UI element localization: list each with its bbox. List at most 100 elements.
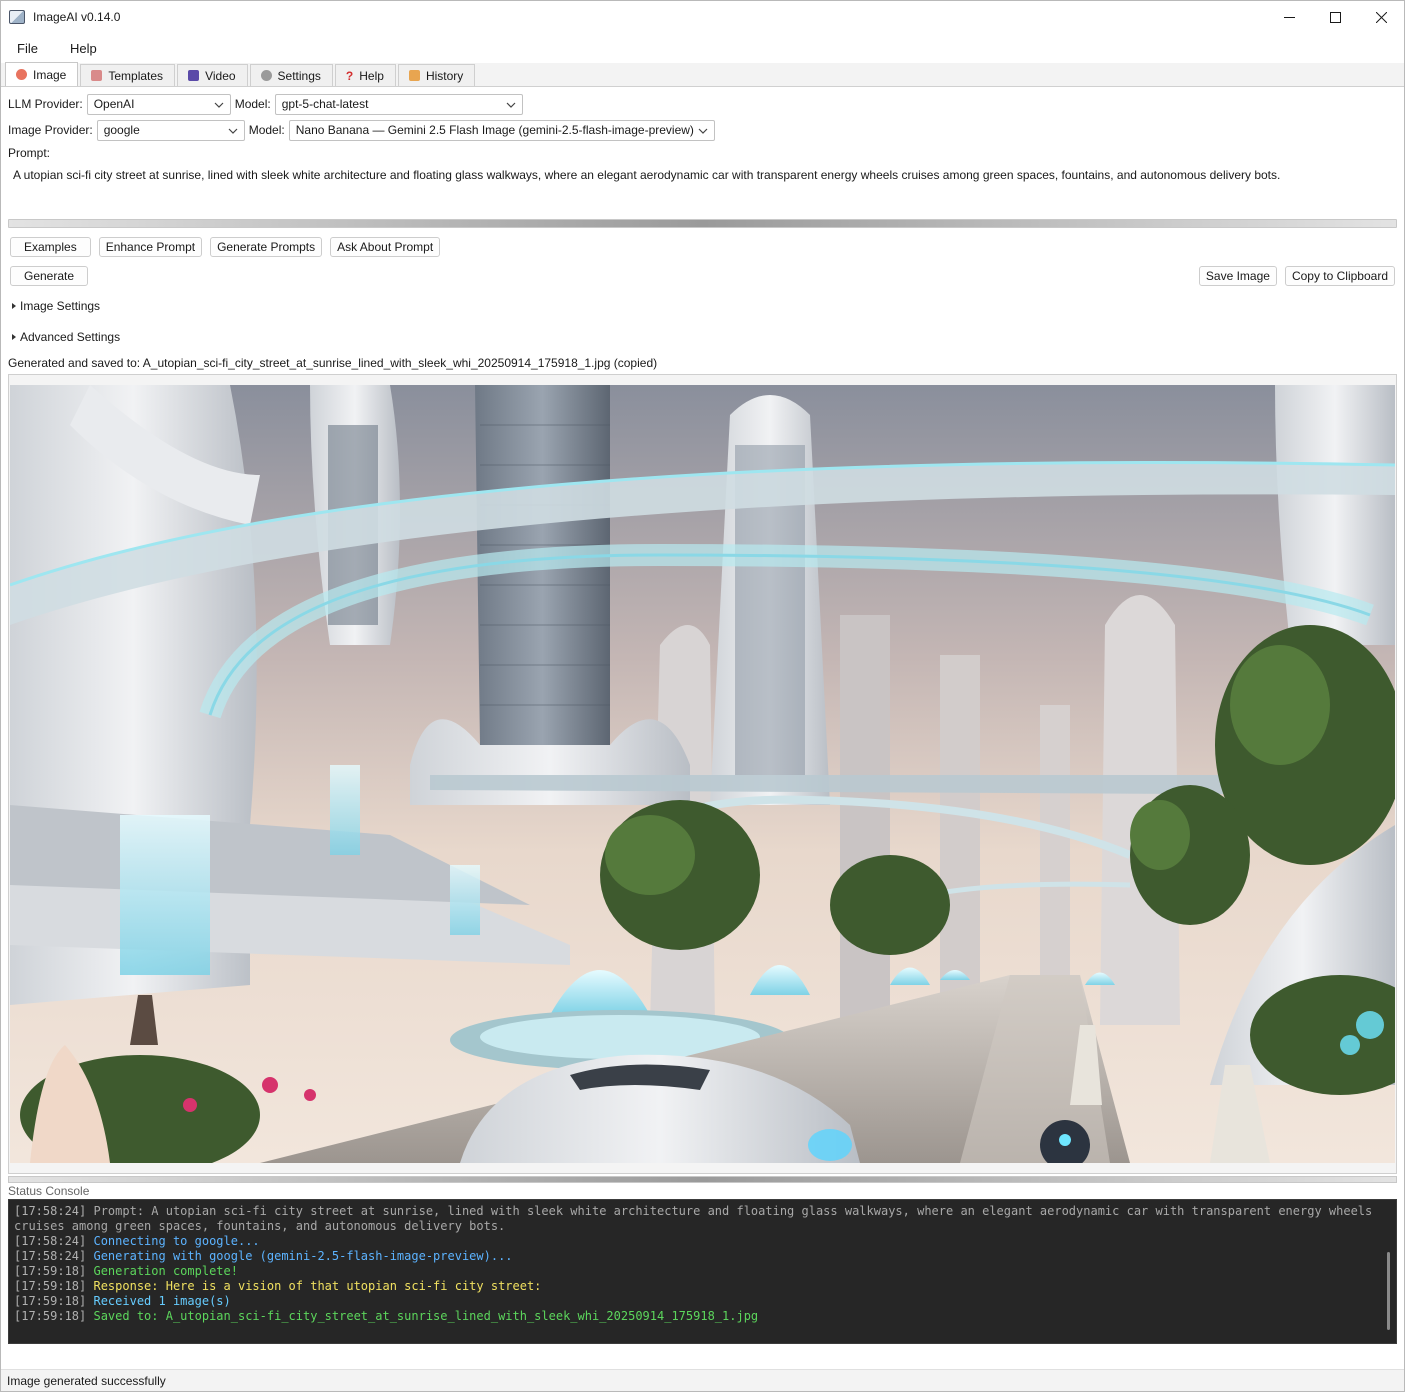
maximize-button[interactable] [1312, 1, 1358, 33]
scroll-icon [408, 70, 420, 81]
chevron-down-icon [506, 102, 516, 108]
console-message: Generation complete! [93, 1264, 238, 1278]
close-button[interactable] [1358, 1, 1404, 33]
console-message: Received 1 image(s) [93, 1294, 231, 1308]
menu-file[interactable]: File [7, 37, 48, 60]
app-icon [9, 10, 25, 24]
generate-button[interactable]: Generate [10, 265, 89, 286]
tab-label: Image [33, 67, 67, 82]
image-provider-label: Image Provider: [8, 123, 93, 137]
generated-image[interactable] [10, 385, 1395, 1163]
image-settings-label: Image Settings [20, 298, 101, 313]
video-icon [188, 70, 200, 81]
image-settings-toggle[interactable]: Image Settings [8, 290, 1397, 321]
console-line: [17:58:24] Connecting to google... [14, 1234, 1391, 1249]
examples-button[interactable]: Examples [10, 236, 91, 257]
templates-icon [91, 70, 103, 81]
console-line: [17:59:18] Saved to: A_utopian_sci-fi_ci… [14, 1309, 1391, 1324]
tab-settings[interactable]: Settings [249, 64, 333, 86]
generate-actions-row: Generate Save Image Copy to Clipboard [8, 261, 1397, 290]
console-timestamp: [17:59:18] [14, 1264, 87, 1278]
llm-model-label: Model: [234, 97, 271, 111]
llm-model-select[interactable]: gpt-5-chat-latest [274, 93, 523, 115]
image-model-value: Nano Banana — Gemini 2.5 Flash Image (ge… [295, 123, 694, 137]
chevron-down-icon [698, 128, 708, 134]
console-line: [17:58:24] Generating with google (gemin… [14, 1249, 1391, 1264]
console-line: [17:59:18] Generation complete! [14, 1264, 1391, 1279]
llm-row: LLM Provider: OpenAI Model: gpt-5-chat-l… [8, 91, 1397, 117]
minimize-icon [1283, 16, 1295, 18]
tab-image[interactable]: Image [5, 62, 79, 86]
chevron-down-icon [214, 102, 224, 108]
gear-icon [260, 70, 272, 81]
ask-about-prompt-button[interactable]: Ask About Prompt [330, 236, 441, 257]
window-title: ImageAI v0.14.0 [33, 10, 121, 24]
tab-label: Help [359, 68, 384, 83]
prompt-splitter-handle[interactable] [8, 219, 1397, 228]
save-image-button[interactable]: Save Image [1198, 265, 1277, 286]
expand-arrow-icon [12, 333, 16, 340]
status-bar: Image generated successfully [1, 1369, 1404, 1391]
close-icon [1375, 11, 1387, 23]
image-preview-panel [8, 374, 1397, 1174]
console-timestamp: [17:58:24] [14, 1234, 87, 1248]
question-icon: ? [345, 68, 354, 83]
app-window: ImageAI v0.14.0 File Help Image Template… [0, 0, 1405, 1392]
minimize-button[interactable] [1266, 1, 1312, 33]
image-provider-value: google [103, 123, 140, 137]
console-line: [17:59:18] Response: Here is a vision of… [14, 1279, 1391, 1294]
image-model-label: Model: [248, 123, 285, 137]
prompt-input[interactable]: A utopian sci-fi city street at sunrise,… [8, 163, 1397, 219]
console-timestamp: [17:59:18] [14, 1279, 87, 1293]
console-timestamp: [17:58:24] [14, 1204, 87, 1218]
image-model-select[interactable]: Nano Banana — Gemini 2.5 Flash Image (ge… [288, 119, 715, 141]
llm-model-value: gpt-5-chat-latest [281, 97, 369, 111]
maximize-icon [1329, 11, 1341, 23]
prompt-label: Prompt: [8, 146, 51, 160]
console-message: Saved to: A_utopian_sci-fi_city_street_a… [93, 1309, 759, 1323]
tab-video[interactable]: Video [177, 64, 248, 86]
llm-provider-select[interactable]: OpenAI [86, 93, 231, 115]
console-message: Generating with google (gemini-2.5-flash… [93, 1249, 513, 1263]
llm-provider-value: OpenAI [93, 97, 135, 111]
generate-prompts-button[interactable]: Generate Prompts [210, 236, 323, 257]
llm-provider-label: LLM Provider: [8, 97, 83, 111]
advanced-settings-label: Advanced Settings [20, 329, 121, 344]
tab-history[interactable]: History [397, 64, 476, 86]
tab-label: Templates [108, 68, 164, 83]
console-message: Prompt: A utopian sci-fi city street at … [14, 1204, 1380, 1233]
menu-help[interactable]: Help [60, 37, 107, 60]
tab-templates[interactable]: Templates [80, 64, 176, 86]
saved-message: Generated and saved to: A_utopian_sci-fi… [8, 356, 658, 370]
console-message: Response: Here is a vision of that utopi… [93, 1279, 542, 1293]
status-console-label: Status Console [8, 1184, 90, 1198]
console-timestamp: [17:59:18] [14, 1294, 87, 1308]
prompt-actions-row: Examples Enhance Prompt Generate Prompts… [8, 232, 1397, 261]
tab-help[interactable]: ? Help [334, 64, 396, 86]
tab-label: History [425, 68, 464, 83]
advanced-settings-toggle[interactable]: Advanced Settings [8, 321, 1397, 352]
expand-arrow-icon [12, 302, 16, 309]
generated-image-illustration [10, 385, 1395, 1163]
copy-to-clipboard-button[interactable]: Copy to Clipboard [1284, 265, 1395, 286]
console-timestamp: [17:58:24] [14, 1249, 87, 1263]
window-controls [1266, 1, 1404, 33]
console-scrollbar[interactable] [1387, 1252, 1390, 1330]
menu-bar: File Help [1, 33, 1404, 63]
console-message: Connecting to google... [93, 1234, 260, 1248]
console-splitter-handle[interactable] [8, 1176, 1397, 1183]
enhance-prompt-button[interactable]: Enhance Prompt [98, 236, 203, 257]
image-provider-select[interactable]: google [96, 119, 245, 141]
tab-label: Video [205, 68, 236, 83]
tab-label: Settings [277, 68, 321, 83]
tab-bar: Image Templates Video Settings ? Help Hi… [1, 62, 1404, 87]
image-provider-row: Image Provider: google Model: Nano Banan… [8, 117, 1397, 143]
image-tab-content: LLM Provider: OpenAI Model: gpt-5-chat-l… [1, 91, 1404, 1344]
console-line: [17:58:24] Prompt: A utopian sci-fi city… [14, 1204, 1391, 1234]
chevron-down-icon [228, 128, 238, 134]
console-line: [17:59:18] Received 1 image(s) [14, 1294, 1391, 1309]
console-timestamp: [17:59:18] [14, 1309, 87, 1323]
status-console[interactable]: [17:58:24] Prompt: A utopian sci-fi city… [8, 1199, 1397, 1344]
palette-icon [16, 69, 27, 80]
title-bar: ImageAI v0.14.0 [1, 1, 1404, 33]
